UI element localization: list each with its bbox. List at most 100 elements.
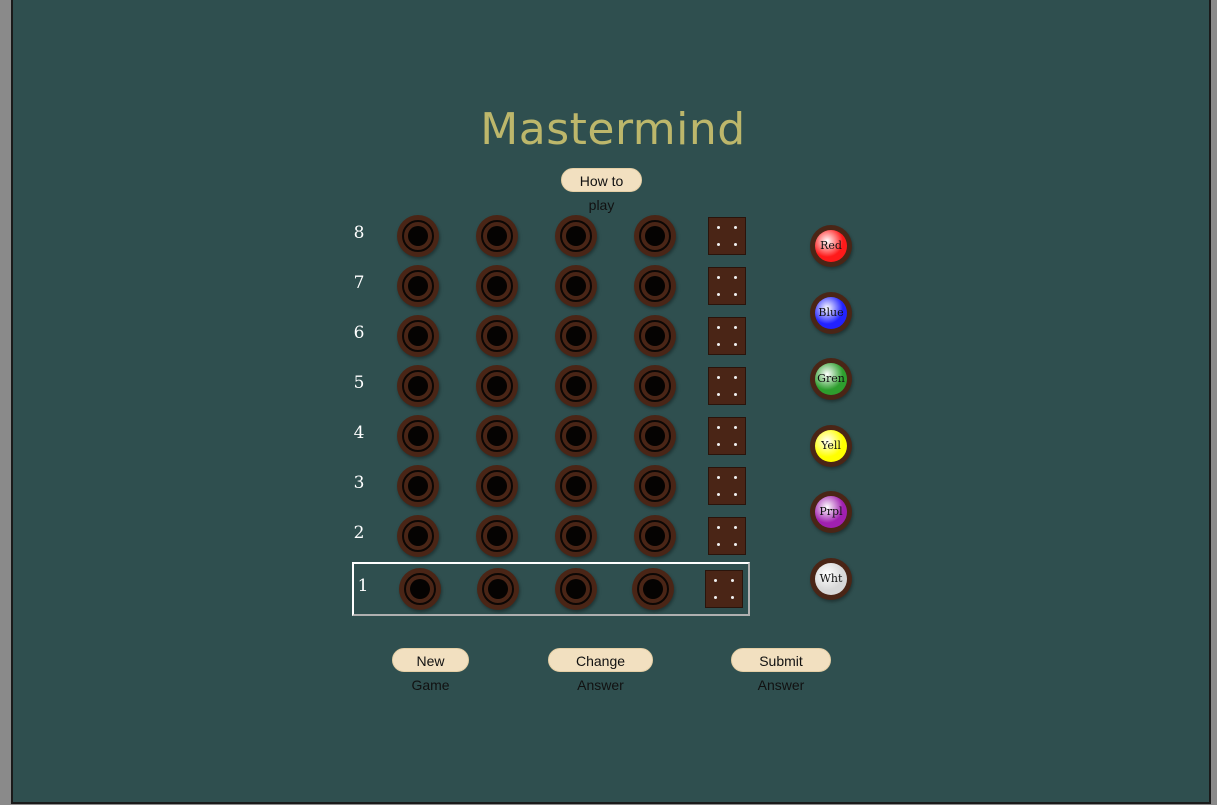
slot-hole — [487, 276, 507, 296]
color-button-blue[interactable]: Blue — [810, 292, 852, 334]
feedback-peg — [717, 243, 720, 246]
guess-slot[interactable] — [555, 465, 597, 507]
feedback-peg — [734, 543, 737, 546]
color-swatch-label: Gren — [815, 363, 847, 395]
row-number: 6 — [353, 323, 365, 343]
slot-hole — [408, 426, 428, 446]
feedback-peg — [734, 426, 737, 429]
feedback-peg — [734, 276, 737, 279]
guess-slot[interactable] — [634, 515, 676, 557]
slot-hole — [566, 376, 586, 396]
guess-slot[interactable] — [555, 515, 597, 557]
slot-hole — [566, 226, 586, 246]
feedback-peg-box — [708, 217, 746, 255]
color-button-yell[interactable]: Yell — [810, 425, 852, 467]
guess-slot[interactable] — [555, 415, 597, 457]
feedback-peg — [717, 393, 720, 396]
slot-hole — [645, 526, 665, 546]
guess-slot[interactable] — [555, 315, 597, 357]
guess-slot[interactable] — [634, 365, 676, 407]
slot-hole — [408, 376, 428, 396]
slot-hole — [487, 226, 507, 246]
guess-slot[interactable] — [555, 265, 597, 307]
feedback-peg — [734, 443, 737, 446]
guess-slot[interactable] — [476, 515, 518, 557]
guess-slot[interactable] — [397, 465, 439, 507]
slot-hole — [408, 276, 428, 296]
guess-slot[interactable] — [397, 365, 439, 407]
guess-slot[interactable] — [634, 315, 676, 357]
slot-hole — [487, 426, 507, 446]
feedback-peg — [717, 293, 720, 296]
slot-hole — [487, 376, 507, 396]
feedback-peg — [734, 493, 737, 496]
slot-hole — [566, 426, 586, 446]
color-button-red[interactable]: Red — [810, 225, 852, 267]
feedback-peg — [717, 376, 720, 379]
slot-hole — [408, 226, 428, 246]
feedback-peg — [734, 526, 737, 529]
color-swatch-label: Blue — [815, 297, 847, 329]
guess-slot[interactable] — [476, 215, 518, 257]
how-to-play-button[interactable]: How to play — [561, 168, 642, 213]
row-number: 7 — [353, 273, 365, 293]
guess-slot[interactable] — [555, 365, 597, 407]
feedback-peg-box — [708, 267, 746, 305]
slot-hole — [645, 426, 665, 446]
guess-slot[interactable] — [397, 315, 439, 357]
slot-hole — [566, 526, 586, 546]
guess-slot[interactable] — [634, 215, 676, 257]
guess-slot[interactable] — [476, 465, 518, 507]
guess-slot[interactable] — [397, 265, 439, 307]
feedback-peg — [717, 493, 720, 496]
feedback-peg — [734, 376, 737, 379]
guess-slot[interactable] — [476, 315, 518, 357]
slot-hole — [408, 326, 428, 346]
guess-slot[interactable] — [634, 415, 676, 457]
slot-hole — [487, 476, 507, 496]
guess-slot[interactable] — [476, 265, 518, 307]
guess-slot[interactable] — [476, 365, 518, 407]
slot-hole — [645, 326, 665, 346]
feedback-peg — [717, 343, 720, 346]
guess-slot[interactable] — [476, 415, 518, 457]
feedback-peg — [734, 343, 737, 346]
color-swatch-label: Red — [815, 230, 847, 262]
feedback-peg — [734, 393, 737, 396]
slot-hole — [645, 276, 665, 296]
slot-hole — [408, 526, 428, 546]
guess-slot[interactable] — [397, 415, 439, 457]
feedback-peg-box — [708, 467, 746, 505]
feedback-peg — [717, 276, 720, 279]
feedback-peg — [717, 426, 720, 429]
active-row-highlight — [352, 562, 750, 616]
change-answer-button[interactable]: Change Answer — [548, 648, 653, 693]
feedback-peg — [734, 326, 737, 329]
color-button-gren[interactable]: Gren — [810, 358, 852, 400]
guess-slot[interactable] — [634, 465, 676, 507]
row-number: 2 — [353, 523, 365, 543]
row-number: 5 — [353, 373, 365, 393]
row-number: 4 — [353, 423, 365, 443]
guess-slot[interactable] — [634, 265, 676, 307]
game-board-frame: Mastermind How to play 87654321 Red Blue G… — [11, 0, 1211, 804]
slot-hole — [645, 376, 665, 396]
feedback-peg — [734, 243, 737, 246]
guess-slot[interactable] — [397, 215, 439, 257]
feedback-peg — [717, 326, 720, 329]
feedback-peg — [717, 543, 720, 546]
feedback-peg — [734, 476, 737, 479]
feedback-peg — [717, 226, 720, 229]
guess-slot[interactable] — [555, 215, 597, 257]
slot-hole — [566, 326, 586, 346]
color-swatch-label: Yell — [815, 430, 847, 462]
new-game-button[interactable]: New Game — [392, 648, 469, 693]
slot-hole — [645, 226, 665, 246]
game-title: Mastermind — [480, 104, 746, 155]
color-button-prpl[interactable]: Prpl — [810, 491, 852, 533]
feedback-peg — [717, 443, 720, 446]
slot-hole — [645, 476, 665, 496]
submit-answer-button[interactable]: Submit Answer — [731, 648, 831, 693]
color-button-wht[interactable]: Wht — [810, 558, 852, 600]
guess-slot[interactable] — [397, 515, 439, 557]
